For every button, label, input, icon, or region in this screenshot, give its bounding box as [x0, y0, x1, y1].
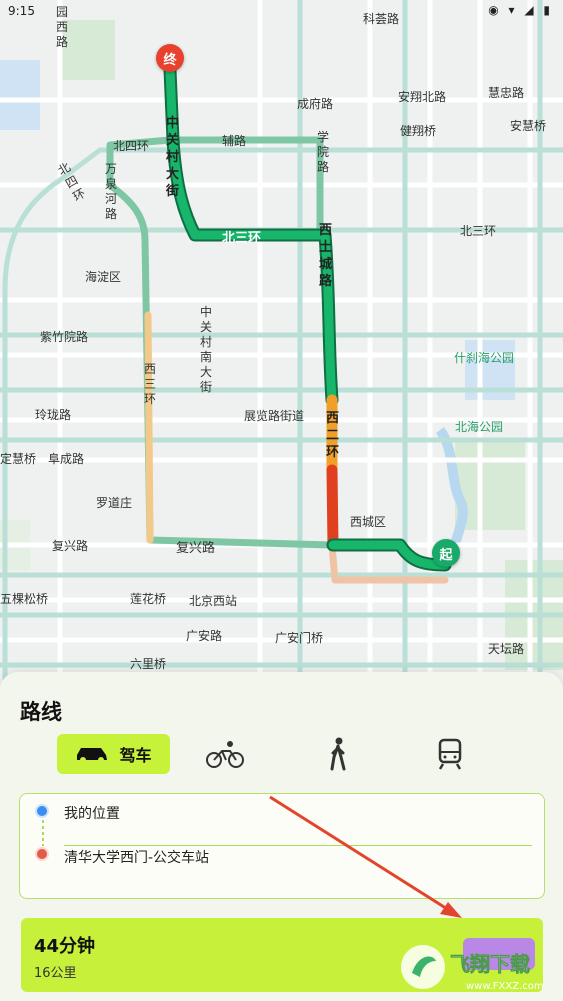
- district-label: 海淀区: [85, 270, 122, 284]
- route-label-beisanhuan: 北三环: [222, 231, 262, 246]
- road-label: 天坛路: [488, 642, 525, 656]
- svg-text:www.FXXZ.com: www.FXXZ.com: [466, 981, 544, 992]
- status-icons: ◉ ▾ ◢ ▮: [488, 3, 553, 17]
- route-address-box: 我的位置 清华大学西门-公交车站: [19, 793, 545, 899]
- status-time: 9:15: [8, 4, 35, 18]
- route-distance: 16公里: [34, 966, 77, 981]
- route-connector: [42, 820, 44, 846]
- origin-dot: [35, 804, 49, 818]
- road-label: 成府路: [297, 97, 334, 111]
- route-label-zhongguancun: 中关村大街: [165, 116, 179, 199]
- svg-text:飞翔下载: 飞翔下载: [450, 952, 530, 976]
- end-marker[interactable]: 终: [156, 44, 184, 72]
- road-label: 西三环: [143, 362, 156, 406]
- road-label: 阜成路: [48, 452, 85, 466]
- destination-dot: [35, 847, 49, 861]
- train-icon: [438, 738, 462, 770]
- road-label: 广安路: [186, 629, 223, 643]
- road-label: 紫竹院路: [40, 330, 89, 344]
- mode-drive-button[interactable]: 驾车: [57, 734, 170, 774]
- road-label: 中关村南大街: [199, 305, 212, 394]
- road-label: 展览路街道: [244, 409, 305, 423]
- station-label[interactable]: 北京西站: [189, 592, 237, 609]
- road-label: 罗道庄: [96, 496, 133, 510]
- road-label: 健翔桥: [400, 124, 437, 138]
- road-label: 六里桥: [130, 657, 167, 671]
- road-label: 慧忠路: [488, 86, 525, 100]
- road-label: 万泉河路: [104, 162, 117, 221]
- bike-icon: [206, 741, 244, 768]
- mode-transit-button[interactable]: [430, 734, 470, 774]
- road-label: 北四环: [113, 139, 150, 153]
- road-label: 北三环: [460, 224, 497, 238]
- sheet-title: 路线: [20, 700, 62, 724]
- road-label: 安慧桥: [510, 119, 547, 133]
- road-label: 园西路: [55, 5, 68, 49]
- route-label-xitucheng: 西土城路: [318, 223, 332, 289]
- road-label: 复兴路: [52, 539, 89, 553]
- road-label: 复兴路: [176, 541, 216, 556]
- district-label: 西城区: [350, 515, 387, 529]
- destination-field[interactable]: 清华大学西门-公交车站: [64, 847, 209, 867]
- route-duration: 44分钟: [34, 936, 96, 957]
- map-canvas: [0, 0, 563, 690]
- road-label: 辅路: [222, 134, 247, 148]
- address-divider: [64, 845, 532, 846]
- road-label: 五棵松桥: [0, 592, 49, 606]
- mode-walk-button[interactable]: [318, 734, 358, 774]
- road-label: 定慧桥: [0, 452, 37, 466]
- road-label: 玲珑路: [35, 408, 72, 422]
- poi-beihai[interactable]: 北海公园: [455, 418, 503, 435]
- car-icon: [77, 748, 108, 763]
- walk-icon: [330, 737, 346, 771]
- road-label: 科荟路: [363, 12, 400, 26]
- poi-shichahai[interactable]: 什刹海公园: [454, 349, 514, 366]
- map-view[interactable]: 9:15 ◉ ▾ ◢ ▮ 科荟路 园西路 成府路 安翔北路 慧忠路 健翔桥 安慧…: [0, 0, 563, 690]
- road-label: 学院路: [316, 130, 329, 174]
- mode-bike-button[interactable]: [205, 734, 245, 774]
- start-marker[interactable]: 起: [432, 539, 460, 567]
- road-label: 广安门桥: [275, 631, 324, 645]
- route-label-xierhuan: 西二环: [325, 411, 339, 460]
- mode-drive-label: 驾车: [119, 746, 152, 765]
- origin-field[interactable]: 我的位置: [64, 803, 120, 823]
- road-label: 安翔北路: [398, 90, 447, 104]
- watermark-logo: 飞翔下载 www.FXXZ.com: [398, 935, 558, 995]
- road-label: 莲花桥: [130, 592, 167, 606]
